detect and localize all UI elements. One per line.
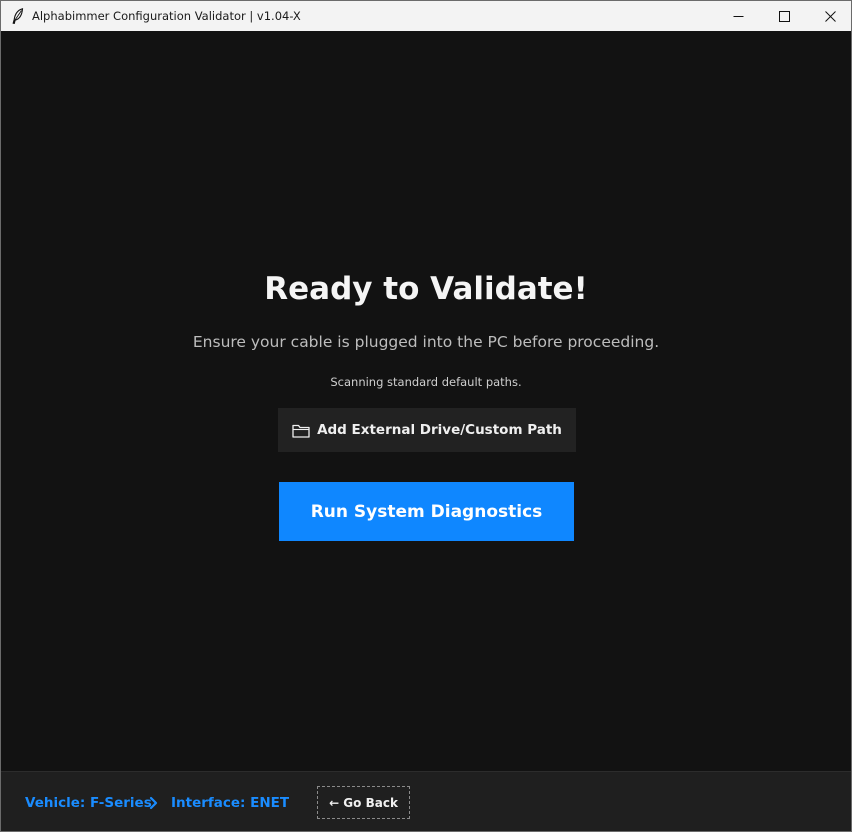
minimize-icon xyxy=(733,15,743,17)
maximize-button[interactable] xyxy=(761,1,807,31)
instruction-text: Ensure your cable is plugged into the PC… xyxy=(192,333,660,351)
add-custom-path-button[interactable]: Add External Drive/Custom Path xyxy=(278,408,576,452)
close-icon xyxy=(824,10,836,22)
folder-icon xyxy=(292,424,310,438)
title-bar[interactable]: Alphabimmer Configuration Validator | v1… xyxy=(1,1,851,31)
scan-status-text: Scanning standard default paths. xyxy=(330,375,522,389)
close-button[interactable] xyxy=(807,1,851,31)
maximize-icon xyxy=(778,10,790,22)
footer-bar: Vehicle: F-Series Interface: ENET ← Go B… xyxy=(1,771,851,831)
main-panel: Ready to Validate! Ensure your cable is … xyxy=(1,31,851,771)
breadcrumb-interface[interactable]: Interface: ENET xyxy=(171,794,289,812)
app-window: Alphabimmer Configuration Validator | v1… xyxy=(0,0,852,832)
window-title: Alphabimmer Configuration Validator | v1… xyxy=(32,9,301,23)
page-title: Ready to Validate! xyxy=(264,271,588,307)
feather-icon xyxy=(12,8,24,24)
go-back-label: ← Go Back xyxy=(329,795,398,810)
minimize-button[interactable] xyxy=(715,1,761,31)
breadcrumb-vehicle[interactable]: Vehicle: F-Series xyxy=(25,794,152,812)
chevron-right-icon xyxy=(149,796,158,810)
run-diagnostics-label: Run System Diagnostics xyxy=(310,501,543,522)
go-back-button[interactable]: ← Go Back xyxy=(317,786,410,819)
run-diagnostics-button[interactable]: Run System Diagnostics xyxy=(279,482,574,541)
add-custom-path-label: Add External Drive/Custom Path xyxy=(317,422,562,438)
